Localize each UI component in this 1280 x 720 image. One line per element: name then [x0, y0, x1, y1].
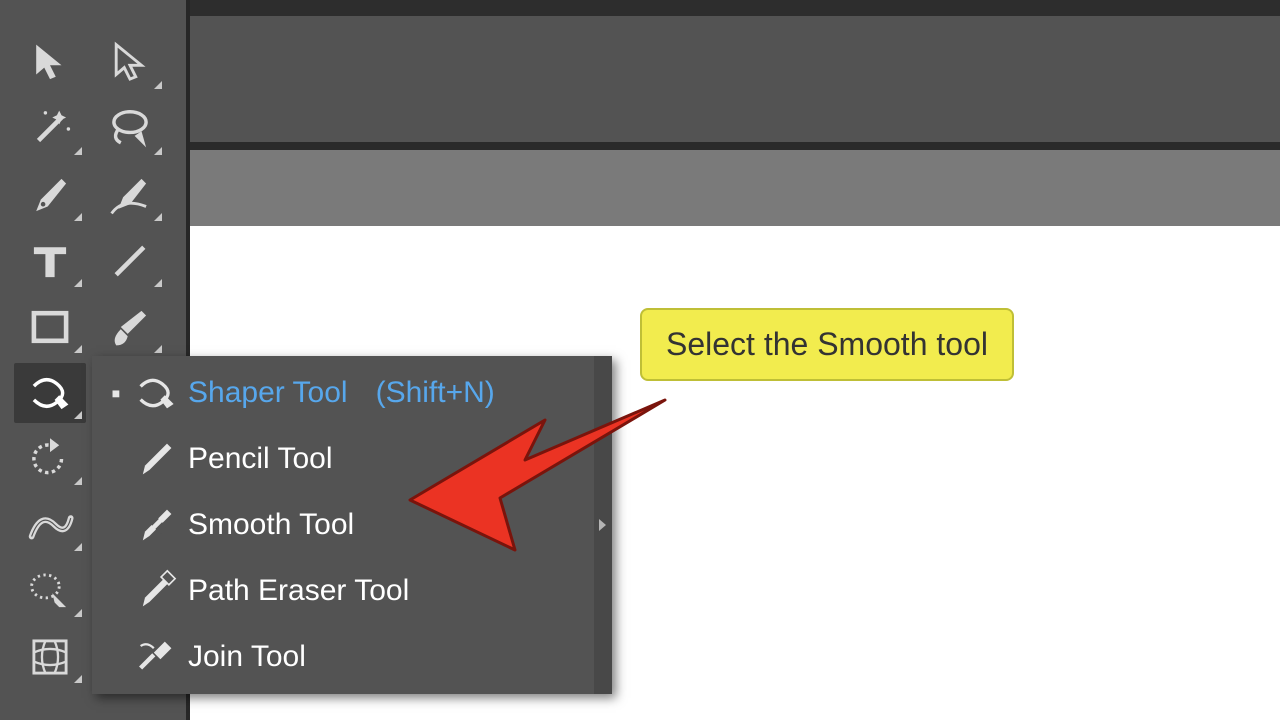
paintbrush-tool[interactable] — [94, 297, 166, 357]
app-root: ■ Shaper Tool (Shift+N) Pencil Tool — [0, 0, 1280, 720]
direct-selection-tool[interactable] — [94, 33, 166, 93]
document-tabs-bar — [190, 0, 1280, 16]
flyout-item-label: Join Tool — [188, 640, 306, 674]
width-tool-icon — [27, 502, 73, 548]
type-tool[interactable] — [14, 231, 86, 291]
instruction-callout: Select the Smooth tool — [640, 308, 1014, 381]
mesh-icon — [27, 634, 73, 680]
shaper-tool-flyout: ■ Shaper Tool (Shift+N) Pencil Tool — [92, 356, 612, 694]
type-t-icon — [27, 238, 73, 284]
paintbrush-icon — [107, 304, 153, 350]
flyout-item-label: Smooth Tool — [188, 508, 354, 542]
pencil-tool-icon — [128, 431, 184, 487]
width-tool[interactable] — [14, 495, 86, 555]
lasso-icon — [107, 106, 153, 152]
flyout-item-pencil-tool[interactable]: Pencil Tool — [92, 426, 612, 492]
curvature-tool[interactable] — [94, 165, 166, 225]
shaper-tool-icon — [128, 365, 184, 421]
smooth-tool-icon — [128, 497, 184, 553]
flyout-item-label: Path Eraser Tool — [188, 574, 409, 608]
rectangle-tool[interactable] — [14, 297, 86, 357]
horizontal-ruler — [190, 150, 1280, 226]
free-transform-tool[interactable] — [14, 561, 86, 621]
curvature-pen-icon — [107, 172, 153, 218]
flyout-item-path-eraser-tool[interactable]: Path Eraser Tool — [92, 558, 612, 624]
flyout-item-label: Shaper Tool — [188, 376, 348, 410]
direct-selection-arrow-icon — [107, 40, 153, 86]
line-segment-tool[interactable] — [94, 231, 166, 291]
flyout-item-shortcut: (Shift+N) — [376, 376, 495, 410]
mesh-tool[interactable] — [14, 627, 86, 687]
pen-tool[interactable] — [14, 165, 86, 225]
rotate-tool[interactable] — [14, 429, 86, 489]
flyout-item-shaper-tool[interactable]: ■ Shaper Tool (Shift+N) — [92, 360, 612, 426]
lasso-tool[interactable] — [94, 99, 166, 159]
flyout-item-smooth-tool[interactable]: Smooth Tool — [92, 492, 612, 558]
join-tool-icon — [128, 629, 184, 685]
rotate-icon — [27, 436, 73, 482]
instruction-callout-text: Select the Smooth tool — [666, 326, 988, 362]
line-segment-icon — [107, 238, 153, 284]
flyout-item-join-tool[interactable]: Join Tool — [92, 624, 612, 690]
current-tool-marker-icon: ■ — [104, 385, 128, 401]
pen-nib-icon — [27, 172, 73, 218]
flyout-item-label: Pencil Tool — [188, 442, 333, 476]
path-eraser-tool-icon — [128, 563, 184, 619]
shaper-tool-icon — [27, 370, 73, 416]
shaper-tool-button[interactable] — [14, 363, 86, 423]
control-bar — [190, 16, 1280, 150]
magic-wand-icon — [27, 106, 73, 152]
selection-tool[interactable] — [14, 33, 86, 93]
magic-wand-tool[interactable] — [14, 99, 86, 159]
rectangle-icon — [27, 304, 73, 350]
free-transform-icon — [27, 568, 73, 614]
selection-arrow-icon — [27, 40, 73, 86]
